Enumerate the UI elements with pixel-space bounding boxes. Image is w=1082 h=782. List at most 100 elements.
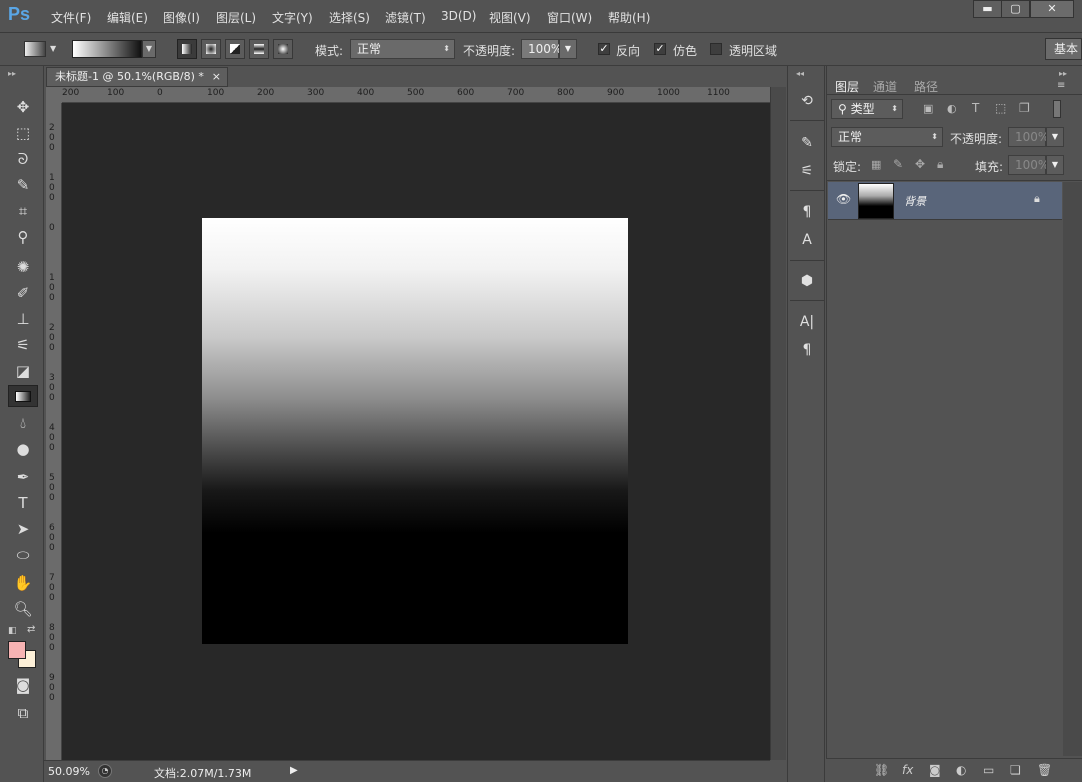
menu-filter[interactable]: 滤镜(T) [385,9,426,26]
type-filter-icon[interactable]: T [972,101,979,115]
healing-brush-tool-icon[interactable]: ✺ [8,256,38,278]
filter-toggle[interactable] [1053,100,1061,118]
dodge-tool-icon[interactable]: ● [8,438,38,460]
minimize-button[interactable]: ▬ [973,0,1002,18]
quick-selection-tool-icon[interactable]: ✎ [8,174,38,196]
blur-tool-icon[interactable]: 💧︎ [8,412,38,434]
restore-button[interactable]: ▢ [1001,0,1030,18]
document-canvas[interactable] [202,218,628,644]
paragraph-panel-icon[interactable]: ¶ [796,339,818,361]
eyedropper-tool-icon[interactable]: ⚲ [8,226,38,248]
zoom-tool-icon[interactable]: 🔍︎ [8,598,38,620]
close-button[interactable]: ✕ [1030,0,1074,18]
panel-menu-icon[interactable]: ≡ [1057,80,1065,91]
foreground-color-swatch[interactable] [8,641,26,659]
layer-opacity-chevron-icon[interactable]: ▼ [1046,127,1064,147]
menu-edit[interactable]: 编辑(E) [107,9,148,26]
opacity-input[interactable]: 100% [521,39,562,59]
menu-layer[interactable]: 图层(L) [216,9,256,26]
vertical-ruler[interactable]: 200 100 0 100 200 300 400 500 600 700 80… [46,103,62,760]
workspace-switcher[interactable]: 基本 [1045,38,1082,60]
angle-gradient-button[interactable] [225,39,245,59]
close-tab-icon[interactable]: × [212,68,221,86]
visibility-eye-icon[interactable]: 👁︎ [836,192,851,206]
zoom-level[interactable]: 50.09% [48,765,90,778]
transparency-checkbox[interactable] [710,43,722,55]
type-tool-icon[interactable]: T [8,492,38,514]
reflected-gradient-button[interactable] [249,39,269,59]
history-brush-tool-icon[interactable]: ⚟ [8,334,38,356]
screen-mode-icon[interactable]: ⧉ [8,702,38,724]
new-layer-icon[interactable]: ❏ [1010,763,1021,777]
diamond-gradient-button[interactable] [273,39,293,59]
lasso-tool-icon[interactable]: ᘐ [8,148,38,170]
layer-opacity-input[interactable]: 100% [1008,127,1049,147]
layer-filter-select[interactable]: ⚲ 类型 ⬍ [831,99,903,119]
lock-pixels-icon[interactable]: ✎ [893,157,903,171]
fx-icon[interactable]: fx [902,763,913,777]
hand-tool-icon[interactable]: ✋ [8,572,38,594]
gradient-tool-preset-icon[interactable] [24,41,46,57]
lock-transparent-icon[interactable]: ▦ [871,158,881,171]
smart-object-filter-icon[interactable]: ❐ [1019,101,1030,115]
clone-stamp-tool-icon[interactable]: ⊥ [8,308,38,330]
paragraph-styles-icon[interactable]: A [796,229,818,251]
tab-channels[interactable]: 通道 [873,78,897,95]
mode-select[interactable]: 正常 ⬍ [350,39,455,59]
delete-layer-icon[interactable]: 🗑︎ [1037,763,1052,777]
tab-paths[interactable]: 路径 [914,78,938,95]
3d-panel-icon[interactable]: ⬢ [796,270,818,292]
shape-filter-icon[interactable]: ⬚ [995,101,1006,115]
collapse-arrows-icon[interactable]: ▸▸ [8,69,16,78]
menu-image[interactable]: 图像(I) [163,9,200,26]
menu-window[interactable]: 窗口(W) [547,9,592,26]
dither-checkbox[interactable]: ✓ [654,43,666,55]
adjustment-filter-icon[interactable]: ◐ [947,102,957,115]
link-layers-icon[interactable]: ⛓ [874,763,889,777]
menu-file[interactable]: 文件(F) [51,9,91,26]
new-group-icon[interactable]: ▭ [983,763,994,777]
marquee-tool-icon[interactable]: ⬚ [8,122,38,144]
lock-all-icon[interactable]: 🔒︎ [937,157,943,172]
document-tab[interactable]: 未标题-1 @ 50.1%(RGB/8) * × [46,67,228,87]
linear-gradient-button[interactable] [177,39,197,59]
status-info-icon[interactable]: ◔ [98,764,112,778]
brush-tool-icon[interactable]: ✐ [8,282,38,304]
eraser-tool-icon[interactable]: ◪ [8,360,38,382]
fill-chevron-icon[interactable]: ▼ [1046,155,1064,175]
character-styles-icon[interactable]: ¶ [796,201,818,223]
horizontal-ruler[interactable]: 200 100 0 100 200 300 400 500 600 700 80… [62,87,770,103]
reverse-checkbox[interactable]: ✓ [598,43,610,55]
opacity-chevron-icon[interactable]: ▼ [559,39,577,59]
add-mask-icon[interactable]: ◙ [929,763,941,777]
swap-colors-icon[interactable]: ⇄ [27,624,35,635]
preset-chevron-down-icon[interactable]: ▼ [50,44,56,53]
menu-view[interactable]: 视图(V) [489,9,531,26]
radial-gradient-button[interactable] [201,39,221,59]
tab-layers[interactable]: 图层 [835,78,859,95]
pen-tool-icon[interactable]: ✒ [8,466,38,488]
menu-help[interactable]: 帮助(H) [608,9,650,26]
layers-scrollbar[interactable] [1063,182,1082,756]
adjustments-panel-icon[interactable]: ⚟ [796,160,818,182]
vertical-scrollbar[interactable] [770,87,786,760]
quick-mask-icon[interactable]: ◙ [8,674,38,696]
crop-tool-icon[interactable]: ⌗ [8,200,38,222]
default-colors-icon[interactable]: ◧ [8,626,17,636]
menu-3d[interactable]: 3D(D) [441,9,476,23]
gradient-tool-icon[interactable] [8,385,38,407]
path-selection-tool-icon[interactable]: ➤ [8,518,38,540]
character-panel-icon[interactable]: A| [796,311,818,333]
gradient-editor-swatch[interactable] [72,40,142,58]
adjustment-layer-icon[interactable]: ◐ [956,763,966,777]
panel-collapse-icon[interactable]: ▸▸ [1059,69,1067,78]
pixel-filter-icon[interactable]: ▣ [923,102,933,115]
menu-select[interactable]: 选择(S) [329,9,370,26]
status-menu-arrow-icon[interactable]: ▶ [290,765,298,776]
expand-arrows-icon[interactable]: ◂◂ [796,69,804,78]
fill-input[interactable]: 100% [1008,155,1049,175]
gradient-picker-chevron-icon[interactable]: ▼ [142,40,156,58]
ellipse-tool-icon[interactable]: ⬭ [8,544,38,566]
menu-type[interactable]: 文字(Y) [272,9,313,26]
brush-panel-icon[interactable]: ✎ [796,132,818,154]
